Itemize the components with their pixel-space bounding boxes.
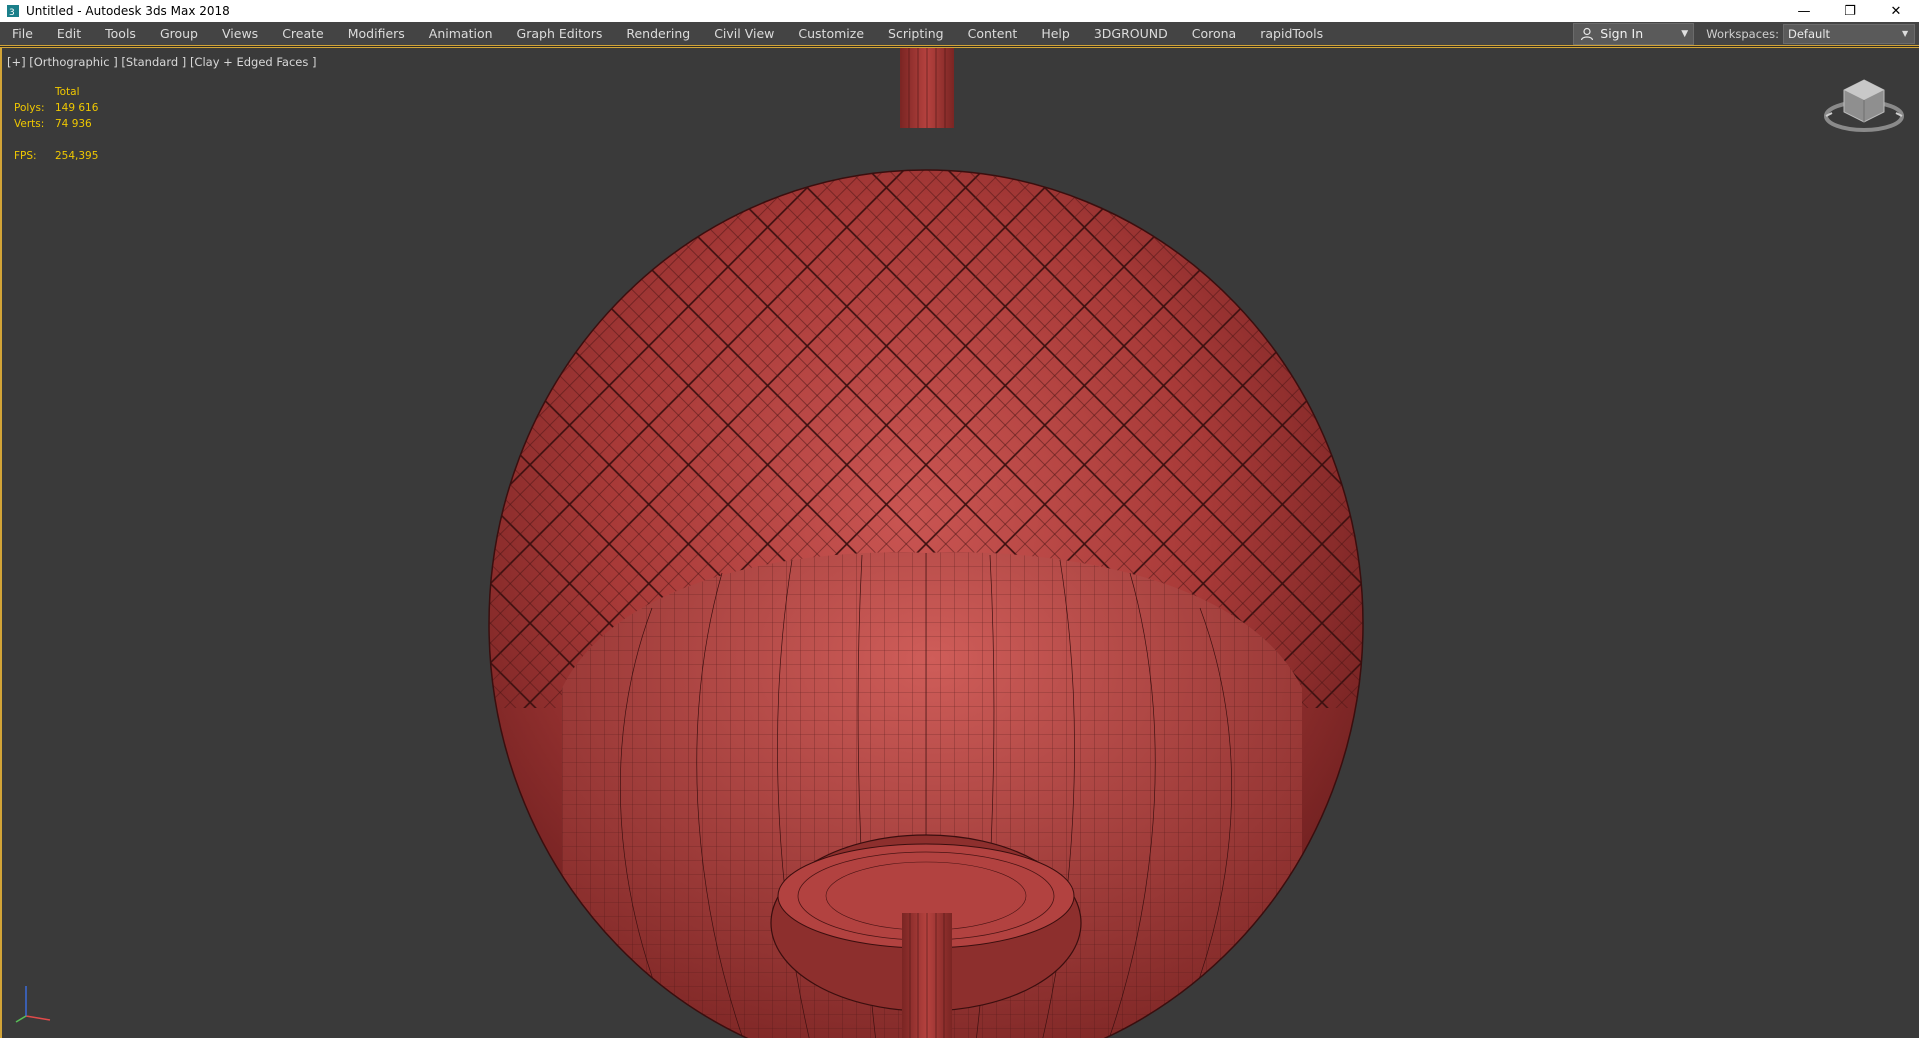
menu-modifiers[interactable]: Modifiers [336, 22, 417, 46]
app-icon: 3 [7, 5, 19, 18]
chevron-down-icon: ▼ [1902, 29, 1909, 38]
menu-graph-editors[interactable]: Graph Editors [505, 22, 615, 46]
menu-civil-view[interactable]: Civil View [702, 22, 786, 46]
svg-text:3: 3 [9, 8, 15, 18]
menu-edit[interactable]: Edit [45, 22, 93, 46]
axis-tripod-icon [15, 986, 51, 1023]
stats-polys-value: 149 616 [55, 102, 99, 114]
stats-fps-label: FPS: [14, 150, 37, 162]
minimize-icon[interactable]: — [1781, 0, 1827, 22]
menu-customize[interactable]: Customize [786, 22, 876, 46]
viewport-statistics: Total Polys: 149 616 Verts: 74 936 FPS: 254… [14, 84, 98, 164]
menu-animation[interactable]: Animation [417, 22, 505, 46]
menu-group[interactable]: Group [148, 22, 210, 46]
menu-help[interactable]: Help [1029, 22, 1082, 46]
workspace-dropdown[interactable]: Default ▼ [1783, 23, 1915, 44]
sphere-model[interactable] [2, 48, 1919, 1038]
menu-content[interactable]: Content [956, 22, 1030, 46]
menu-tools[interactable]: Tools [93, 22, 148, 46]
stats-total-label: Total [55, 86, 80, 98]
menu-bar: File Edit Tools Group Views Create Modif… [0, 22, 1919, 46]
sign-in-label: Sign In [1600, 26, 1644, 41]
stats-verts-value: 74 936 [55, 118, 92, 130]
menu-create[interactable]: Create [270, 22, 336, 46]
menu-file[interactable]: File [0, 22, 45, 46]
menu-rapidtools[interactable]: rapidTools [1248, 22, 1335, 46]
sign-in-button[interactable]: Sign In ▼ [1573, 22, 1695, 45]
workspaces-label: Workspaces: [1706, 26, 1779, 41]
chevron-down-icon: ▼ [1681, 28, 1689, 39]
viewport-label[interactable]: [+] [Orthographic ] [Standard ] [Clay + … [7, 55, 317, 69]
menu-scripting[interactable]: Scripting [876, 22, 956, 46]
stats-polys-label: Polys: [14, 102, 45, 114]
stats-verts-label: Verts: [14, 118, 45, 130]
restore-icon[interactable]: ❐ [1827, 0, 1873, 22]
title-bar: 3 Untitled - Autodesk 3ds Max 2018 — ❐ ✕ [0, 0, 1919, 22]
menu-views[interactable]: Views [210, 22, 270, 46]
close-icon[interactable]: ✕ [1873, 0, 1919, 22]
menu-corona[interactable]: Corona [1180, 22, 1248, 46]
menu-rendering[interactable]: Rendering [614, 22, 702, 46]
perspective-viewport[interactable]: [+] [Orthographic ] [Standard ] [Clay + … [0, 47, 1919, 1038]
viewcube-icon[interactable] [1822, 70, 1906, 140]
workspace-value: Default [1788, 26, 1831, 41]
window-title: Untitled - Autodesk 3ds Max 2018 [26, 4, 230, 18]
stats-fps-value: 254,395 [55, 150, 99, 162]
user-icon [1581, 27, 1594, 40]
menu-3dground[interactable]: 3DGROUND [1082, 22, 1180, 46]
